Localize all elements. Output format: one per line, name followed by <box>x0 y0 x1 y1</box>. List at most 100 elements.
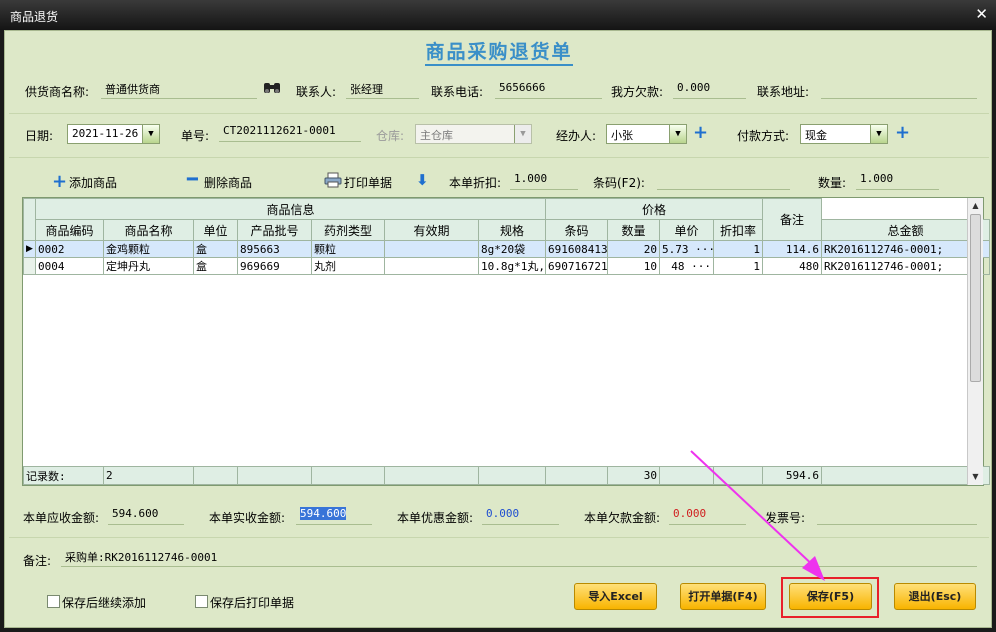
cell-total[interactable]: 114.6 <box>762 240 823 258</box>
continue-add-label[interactable]: 保存后继续添加 <box>62 594 146 611</box>
discount-field[interactable]: 1.000 <box>510 170 578 190</box>
add-payment-icon[interactable]: + <box>895 124 910 142</box>
window-title: 商品退货 <box>10 10 59 24</box>
cell-qty[interactable]: 20 <box>607 240 661 258</box>
column-header[interactable]: 单位 <box>193 219 238 241</box>
chevron-down-icon[interactable]: ▼ <box>669 125 686 143</box>
barcode-label: 条码(F2): <box>593 176 645 190</box>
chevron-down-icon[interactable]: ▼ <box>142 125 159 143</box>
received-field[interactable]: 594.600 <box>296 505 372 525</box>
handler-label: 经办人: <box>556 129 597 143</box>
add-icon[interactable]: + <box>52 173 67 191</box>
cell-name[interactable]: 金鸡颗粒 <box>103 240 194 258</box>
cell-qty[interactable]: 10 <box>607 257 661 275</box>
cell-spec[interactable]: 10.8g*1丸,*6 <box>477 257 547 275</box>
add-product-button[interactable]: 添加商品 <box>69 174 117 191</box>
cell-total[interactable]: 480 <box>762 257 823 275</box>
remark-field[interactable]: 采购单:RK2016112746-0001 <box>61 547 977 567</box>
column-header[interactable]: 条码 <box>545 219 609 241</box>
column-header[interactable]: 规格 <box>477 219 547 241</box>
binoculars-icon[interactable] <box>263 81 281 98</box>
print-after-label[interactable]: 保存后打印单据 <box>210 594 294 611</box>
invoice-field[interactable] <box>817 505 977 525</box>
cell-type[interactable]: 丸剂 <box>311 257 385 275</box>
cell-barcode[interactable]: 6907167210 <box>545 257 609 275</box>
cell-code[interactable]: 0002 <box>35 240 104 258</box>
cell-spec[interactable]: 8g*20袋 <box>477 240 547 258</box>
supplier-field[interactable]: 普通供货商 <box>101 79 257 99</box>
table-row[interactable]: 0004 定坤丹丸 盒 969669 丸剂 10.8g*1丸,*6 690716… <box>23 257 991 275</box>
cell-batch[interactable]: 895663 <box>237 240 312 258</box>
cell-type[interactable]: 颗粒 <box>311 240 385 258</box>
cell-code[interactable]: 0004 <box>35 257 104 275</box>
column-header[interactable]: 产品批号 <box>237 219 312 241</box>
return-form: 商品采购退货单 供货商名称: 普通供货商 联系人: 张经理 联系电话: 5656… <box>4 30 992 628</box>
discount-amount-field[interactable]: 0.000 <box>482 505 559 525</box>
cell-batch[interactable]: 969669 <box>237 257 312 275</box>
divider <box>9 537 989 538</box>
debt-field[interactable]: 0.000 <box>673 79 746 99</box>
receivable-field[interactable]: 594.600 <box>108 505 184 525</box>
add-handler-icon[interactable]: + <box>693 124 708 142</box>
owed-label: 本单欠款金额: <box>584 511 661 525</box>
product-grid[interactable]: 商品信息 价格 备注 商品编码 商品名称 单位 产品批号 药剂类型 有效期 规格… <box>22 197 991 486</box>
payment-select[interactable]: 现金 ▼ <box>800 124 888 144</box>
barcode-field[interactable] <box>657 170 790 190</box>
date-picker[interactable]: 2021-11-26 ▼ <box>67 124 160 144</box>
cell-unit[interactable]: 盒 <box>193 240 238 258</box>
document-title: 商品采购退货单 <box>5 37 993 66</box>
receivable-label: 本单应收金额: <box>23 511 100 525</box>
column-header[interactable]: 单价 <box>659 219 715 241</box>
exit-button[interactable]: 退出(Esc) <box>894 583 976 610</box>
arrow-down-icon[interactable]: ⬇ <box>416 171 429 189</box>
minus-icon[interactable]: ━ <box>187 169 198 190</box>
phone-field[interactable]: 5656666 <box>495 79 602 99</box>
cell-remark[interactable]: RK2016112746-0001; <box>821 257 991 275</box>
address-field[interactable] <box>821 79 977 99</box>
footer-cell <box>311 466 385 485</box>
printer-icon[interactable] <box>324 172 342 191</box>
cell-discount[interactable]: 1 <box>713 240 764 258</box>
continue-add-checkbox[interactable] <box>47 595 60 608</box>
row-pointer-icon: ▶ <box>23 240 36 258</box>
cell-unit[interactable]: 盒 <box>193 257 238 275</box>
column-header[interactable]: 商品编码 <box>35 219 104 241</box>
chevron-down-icon[interactable]: ▼ <box>870 125 887 143</box>
import-excel-button[interactable]: 导入Excel <box>574 583 657 610</box>
supplier-label: 供货商名称: <box>25 85 90 99</box>
cell-expiry[interactable] <box>384 240 479 258</box>
close-icon[interactable]: ✕ <box>975 5 988 23</box>
cell-discount[interactable]: 1 <box>713 257 764 275</box>
column-header[interactable]: 有效期 <box>384 219 479 241</box>
print-after-checkbox[interactable] <box>195 595 208 608</box>
remark-column-header[interactable]: 备注 <box>762 198 823 241</box>
column-header[interactable]: 折扣率 <box>713 219 764 241</box>
print-button[interactable]: 打印单据 <box>344 174 392 191</box>
scroll-down-icon[interactable]: ▼ <box>968 469 983 485</box>
contact-field[interactable]: 张经理 <box>346 79 419 99</box>
scroll-thumb[interactable] <box>970 214 981 382</box>
footer-cell <box>478 466 546 485</box>
warehouse-label: 仓库: <box>376 129 405 143</box>
handler-select[interactable]: 小张 ▼ <box>606 124 687 144</box>
vertical-scrollbar[interactable]: ▲ ▼ <box>967 198 983 485</box>
scroll-up-icon[interactable]: ▲ <box>968 198 983 214</box>
column-header[interactable]: 商品名称 <box>103 219 194 241</box>
order-no-field[interactable]: CT2021112621-0001 <box>219 122 361 142</box>
cell-remark[interactable]: RK2016112746-0001; <box>821 240 991 258</box>
column-header[interactable]: 总金额 <box>821 219 991 241</box>
cell-price[interactable]: 48 ··· <box>659 257 715 275</box>
warehouse-value: 主仓库 <box>420 129 453 142</box>
delete-product-button[interactable]: 删除商品 <box>204 174 252 191</box>
debt-label: 我方欠款: <box>611 85 664 99</box>
table-row[interactable]: ▶ 0002 金鸡颗粒 盒 895663 颗粒 8g*20袋 691608413… <box>23 240 991 258</box>
payment-value: 现金 <box>805 129 827 142</box>
quantity-field[interactable]: 1.000 <box>856 170 939 190</box>
cell-barcode[interactable]: 6916084139 <box>545 240 609 258</box>
column-header[interactable]: 数量 <box>607 219 661 241</box>
column-header[interactable]: 药剂类型 <box>311 219 385 241</box>
cell-name[interactable]: 定坤丹丸 <box>103 257 194 275</box>
cell-expiry[interactable] <box>384 257 479 275</box>
footer-cell <box>545 466 608 485</box>
cell-price[interactable]: 5.73 ··· <box>659 240 715 258</box>
